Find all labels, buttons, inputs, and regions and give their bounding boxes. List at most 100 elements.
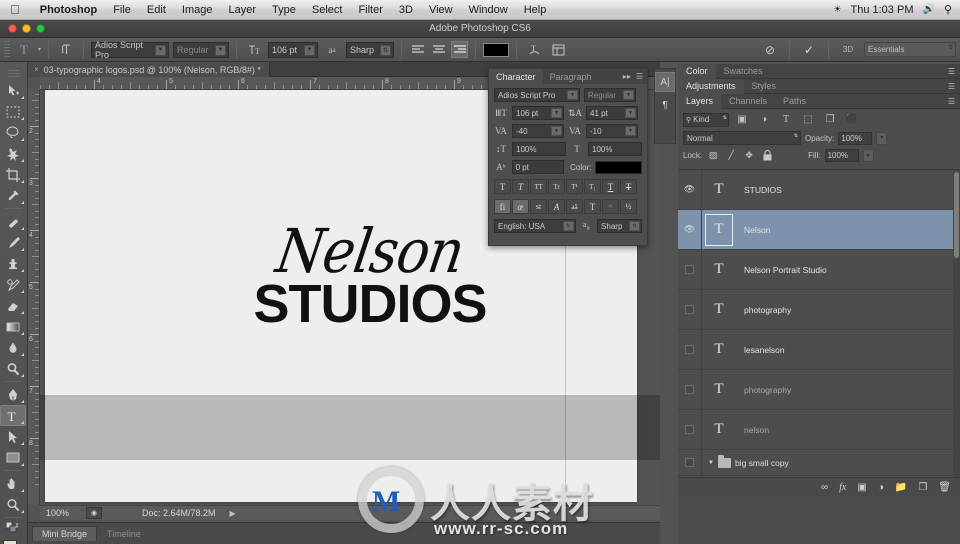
history-brush-tool[interactable]: [0, 274, 26, 295]
layer-name[interactable]: Nelson: [736, 225, 770, 235]
panel-menu-icon[interactable]: ☰: [636, 72, 643, 81]
filter-type-icon[interactable]: T: [777, 112, 795, 127]
table-row[interactable]: ▼ big small copy: [678, 449, 960, 476]
opacity-input[interactable]: 100%: [838, 131, 873, 145]
menu-photoshop[interactable]: Photoshop: [32, 4, 105, 16]
align-left-button[interactable]: [409, 41, 426, 58]
chevron-down-icon[interactable]: ▼: [304, 44, 316, 56]
current-tool-icon[interactable]: T: [14, 41, 34, 59]
table-row[interactable]: T Nelson photography: [678, 475, 960, 478]
menu-edit[interactable]: Edit: [139, 4, 174, 16]
layer-thumbnail[interactable]: T: [702, 330, 736, 370]
blur-tool[interactable]: [0, 337, 26, 358]
char-antialias-select[interactable]: Sharp ⇅: [597, 219, 643, 233]
close-window-button[interactable]: [8, 24, 17, 33]
tab-channels[interactable]: Channels: [721, 94, 775, 109]
layer-visibility-toggle[interactable]: [678, 409, 702, 450]
tool-expand-icon[interactable]: [21, 489, 24, 492]
dodge-tool[interactable]: [0, 358, 26, 379]
char-baseline-shift-input[interactable]: 0 pt: [511, 160, 565, 174]
chevron-up-down-icon[interactable]: ⇅: [629, 221, 641, 231]
tab-timeline[interactable]: Timeline: [97, 526, 151, 541]
panel-menu-icon[interactable]: ☰: [948, 97, 960, 106]
menu-file[interactable]: File: [105, 4, 139, 16]
adjustment-layer-icon[interactable]: ◑: [878, 482, 884, 493]
table-row[interactable]: 👁 T Nelson: [678, 209, 960, 250]
new-layer-icon[interactable]: ❐: [918, 482, 927, 493]
move-tool[interactable]: [0, 80, 26, 101]
chevron-up-down-icon[interactable]: ⇅: [723, 115, 727, 121]
layer-visibility-toggle[interactable]: [678, 249, 702, 290]
filter-pixel-icon[interactable]: ▣: [733, 112, 751, 127]
all-caps-button[interactable]: TT: [530, 179, 547, 194]
layer-name[interactable]: nelson: [736, 425, 769, 435]
tool-expand-icon[interactable]: [21, 353, 24, 356]
tool-expand-icon[interactable]: [21, 332, 24, 335]
align-right-button[interactable]: [451, 41, 469, 58]
tab-paths[interactable]: Paths: [775, 94, 814, 109]
lock-position-icon[interactable]: ✥: [742, 149, 756, 162]
lock-transparency-icon[interactable]: ▨: [706, 149, 720, 162]
menu-type[interactable]: Type: [264, 4, 304, 16]
contextual-alternates-button[interactable]: œ: [512, 199, 529, 214]
char-tracking-input[interactable]: -10 ▼: [586, 124, 638, 138]
layer-name[interactable]: photography: [736, 305, 791, 315]
layer-group-name[interactable]: big small copy: [735, 458, 789, 468]
panel-menu-icon[interactable]: ☰: [948, 67, 960, 76]
tool-expand-icon[interactable]: [21, 510, 24, 513]
layer-mask-icon[interactable]: ▣: [857, 482, 866, 493]
minimize-window-button[interactable]: [22, 24, 31, 33]
tool-preset-chevron-icon[interactable]: ▾: [38, 46, 41, 53]
tool-expand-icon[interactable]: [21, 138, 24, 141]
default-colors-icon[interactable]: [0, 520, 26, 534]
char-kerning-input[interactable]: -40 ▼: [512, 124, 564, 138]
layer-visibility-toggle[interactable]: [678, 289, 702, 330]
filter-shape-icon[interactable]: ⬚: [799, 112, 817, 127]
chevron-down-icon[interactable]: ▼: [551, 108, 562, 118]
type-tool[interactable]: T: [0, 405, 26, 426]
table-row[interactable]: T photography: [678, 369, 960, 410]
table-row[interactable]: T nelson: [678, 409, 960, 450]
tools-panel-grip[interactable]: [8, 70, 19, 77]
paragraph-panel-icon[interactable]: ¶: [655, 95, 675, 115]
search-icon[interactable]: ⚲: [944, 3, 952, 16]
rectangle-tool[interactable]: [0, 447, 26, 468]
filter-smart-object-icon[interactable]: ❐: [821, 112, 839, 127]
three-d-button[interactable]: 3D: [838, 41, 858, 59]
strikethrough-button[interactable]: T: [620, 179, 637, 194]
chevron-down-icon[interactable]: ▼: [862, 149, 874, 162]
layers-scrollbar-thumb[interactable]: [954, 172, 959, 258]
table-row[interactable]: T lesanelson: [678, 329, 960, 370]
menu-3d[interactable]: 3D: [391, 4, 421, 16]
blend-mode-select[interactable]: Normal ⇅: [683, 131, 801, 145]
layer-thumbnail[interactable]: T: [726, 476, 760, 478]
tool-expand-icon[interactable]: [21, 400, 24, 403]
char-size-input[interactable]: 106 pt ▼: [512, 106, 564, 120]
text-orientation-icon[interactable]: I: [56, 41, 76, 59]
clone-stamp-tool[interactable]: [0, 253, 26, 274]
delete-layer-icon[interactable]: 🗑: [938, 482, 951, 493]
discretionary-ligatures-button[interactable]: st: [530, 199, 547, 214]
char-font-family-select[interactable]: Adios Script Pro ▼: [494, 88, 580, 102]
path-selection-tool[interactable]: [0, 426, 26, 447]
layer-thumbnail[interactable]: T: [702, 290, 736, 330]
lasso-tool[interactable]: [0, 122, 26, 143]
gradient-tool[interactable]: [0, 316, 26, 337]
swash-button[interactable]: A: [548, 199, 565, 214]
panel-menu-icon[interactable]: ☰: [948, 82, 960, 91]
menu-help[interactable]: Help: [516, 4, 555, 16]
small-caps-button[interactable]: Tr: [548, 179, 565, 194]
layer-visibility-toggle[interactable]: [678, 449, 702, 476]
link-layers-icon[interactable]: ∞: [821, 482, 828, 493]
tool-expand-icon[interactable]: [21, 248, 24, 251]
layers-list[interactable]: 👁 T STUDIOS 👁 T Nelson T Nelson Portrait…: [678, 169, 960, 477]
faux-bold-button[interactable]: T: [494, 179, 511, 194]
document-tab[interactable]: × 03-typographic logos.psd @ 100% (Nelso…: [28, 62, 270, 77]
tool-expand-icon[interactable]: [21, 290, 24, 293]
brightness-icon[interactable]: ☀: [833, 4, 841, 15]
tool-expand-icon[interactable]: [21, 96, 24, 99]
vertical-ruler[interactable]: 12345678: [28, 90, 40, 505]
layer-visibility-toggle[interactable]: [678, 475, 702, 477]
chevron-down-icon[interactable]: ▼: [551, 126, 562, 136]
zoom-tool[interactable]: [0, 494, 26, 515]
